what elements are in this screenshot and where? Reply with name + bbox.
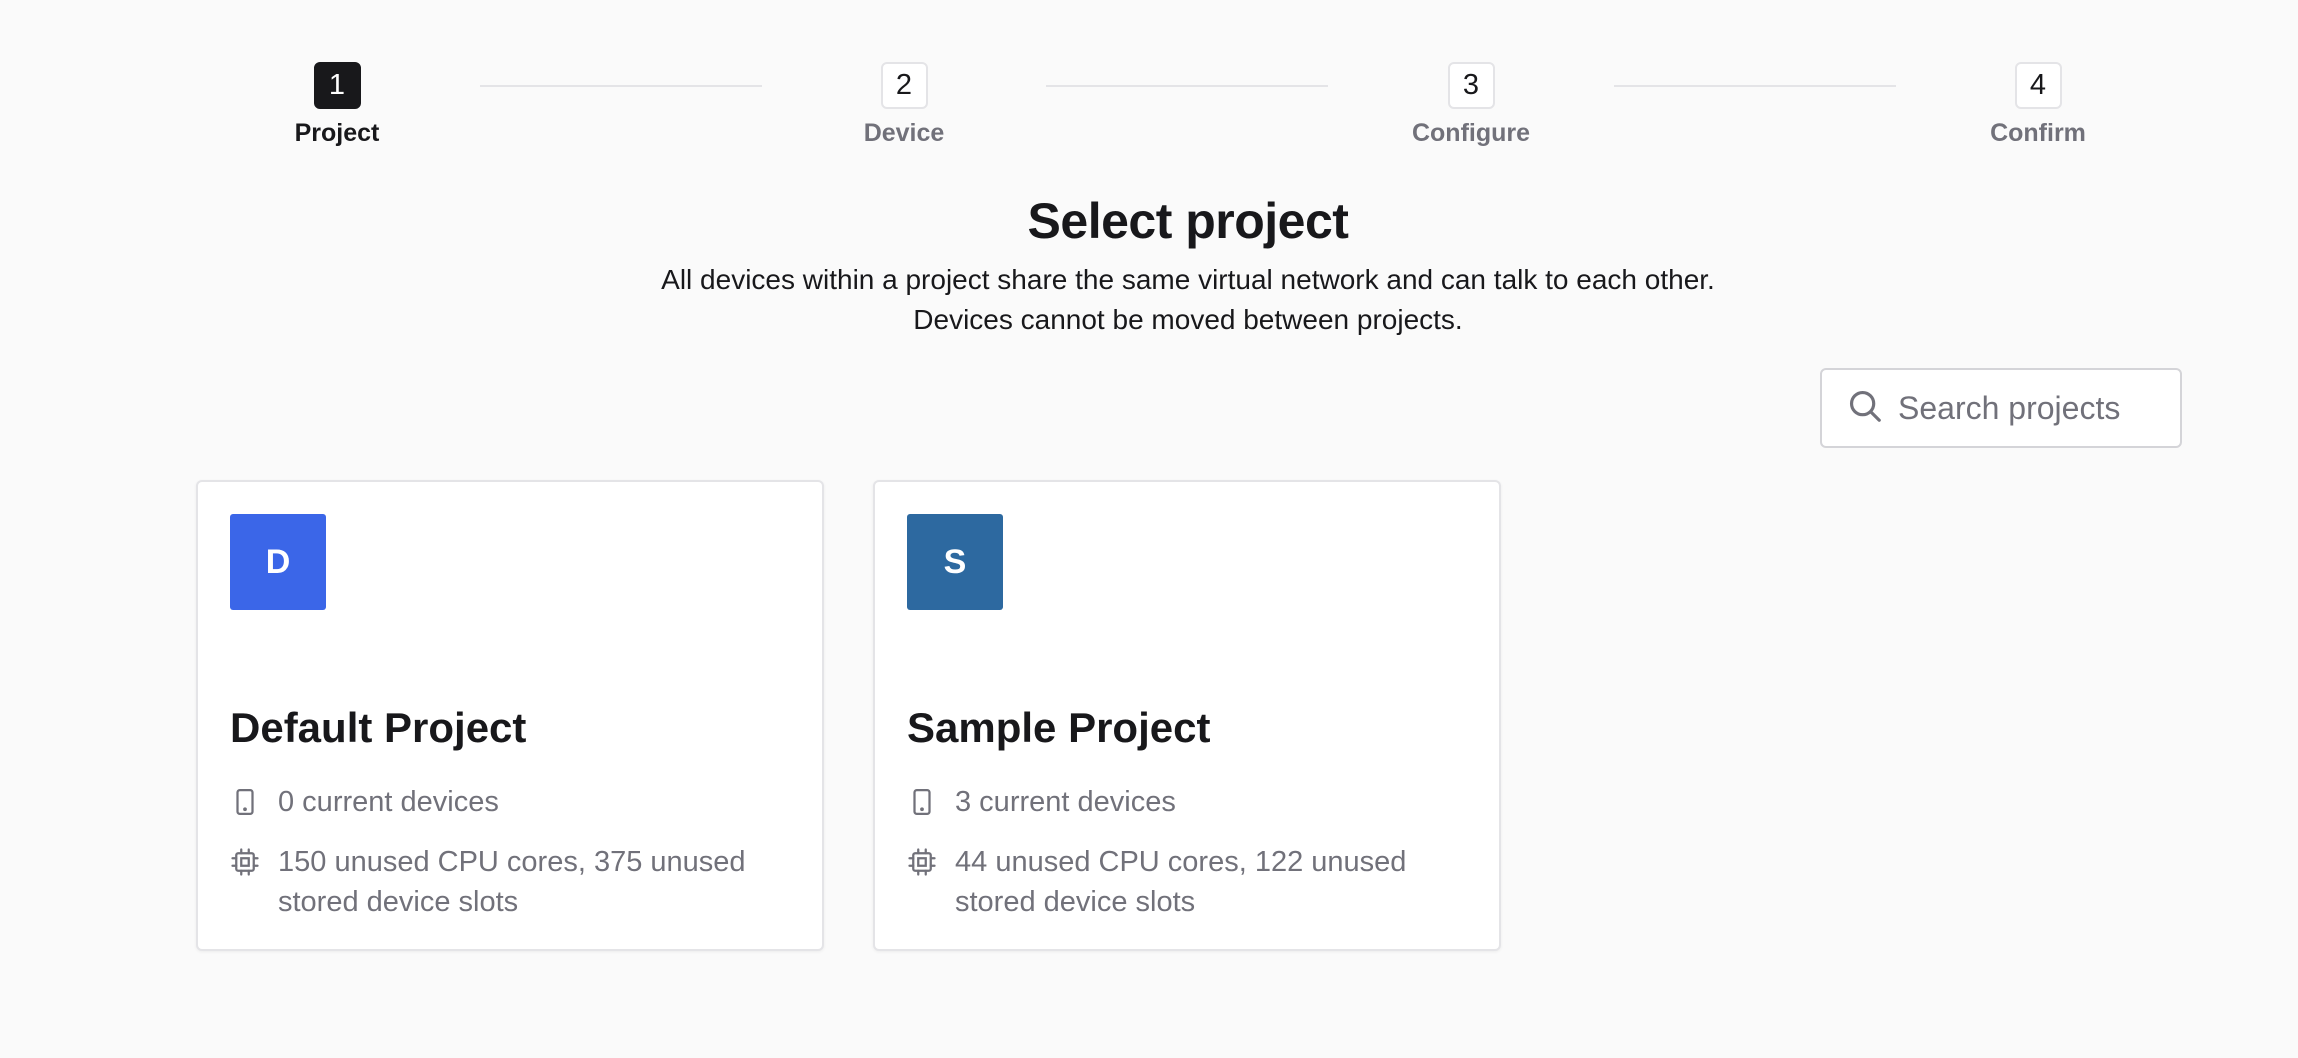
subtitle-line: All devices within a project share the s… (661, 264, 1715, 295)
step-connector (480, 85, 762, 87)
project-card-default[interactable]: D Default Project 0 current devices 150 … (196, 480, 824, 951)
device-count: 0 current devices (278, 786, 499, 818)
page: 1 Project 2 Device 3 Configure 4 Confirm… (0, 0, 2298, 1058)
search-box[interactable] (1820, 368, 2182, 448)
cpu-chip-icon (907, 842, 937, 882)
step-number: 3 (1447, 62, 1495, 109)
phone-icon (230, 782, 260, 822)
page-subtitle: All devices within a project share the s… (0, 260, 2298, 340)
stepper: 1 Project 2 Device 3 Configure 4 Confirm (0, 62, 2298, 152)
step-label: Device (863, 119, 945, 147)
step-number: 4 (2014, 62, 2062, 109)
project-name: Default Project (230, 704, 527, 751)
project-resources: 44 unused CPU cores, 122 unused stored d… (907, 842, 1475, 922)
project-resources: 150 unused CPU cores, 375 unused stored … (230, 842, 798, 922)
step-number: 2 (880, 62, 928, 109)
step-device[interactable]: 2 Device (804, 62, 1004, 148)
step-label: Confirm (1990, 119, 2086, 147)
phone-icon (907, 782, 937, 822)
step-number: 1 (313, 62, 361, 109)
device-count: 3 current devices (955, 786, 1176, 818)
step-project[interactable]: 1 Project (237, 62, 437, 148)
project-devices: 3 current devices (907, 782, 1475, 822)
project-name: Sample Project (907, 704, 1211, 751)
step-label: Project (294, 119, 380, 147)
project-devices: 0 current devices (230, 782, 798, 822)
subtitle-line: Devices cannot be moved between projects… (913, 304, 1463, 335)
search-input[interactable] (1898, 389, 2168, 427)
step-confirm[interactable]: 4 Confirm (1938, 62, 2138, 148)
page-heading: Select project All devices within a proj… (0, 192, 2298, 340)
step-connector (1614, 85, 1896, 87)
step-label: Configure (1411, 119, 1531, 147)
step-connector (1046, 85, 1328, 87)
resource-summary: 44 unused CPU cores, 122 unused stored d… (955, 846, 1407, 918)
project-avatar: S (907, 514, 1003, 610)
page-title: Select project (1027, 193, 1349, 249)
step-configure[interactable]: 3 Configure (1371, 62, 1571, 148)
cpu-chip-icon (230, 842, 260, 882)
project-card-sample[interactable]: S Sample Project 3 current devices 44 un… (873, 480, 1501, 951)
search-icon (1846, 387, 1884, 430)
resource-summary: 150 unused CPU cores, 375 unused stored … (278, 846, 746, 918)
project-avatar: D (230, 514, 326, 610)
